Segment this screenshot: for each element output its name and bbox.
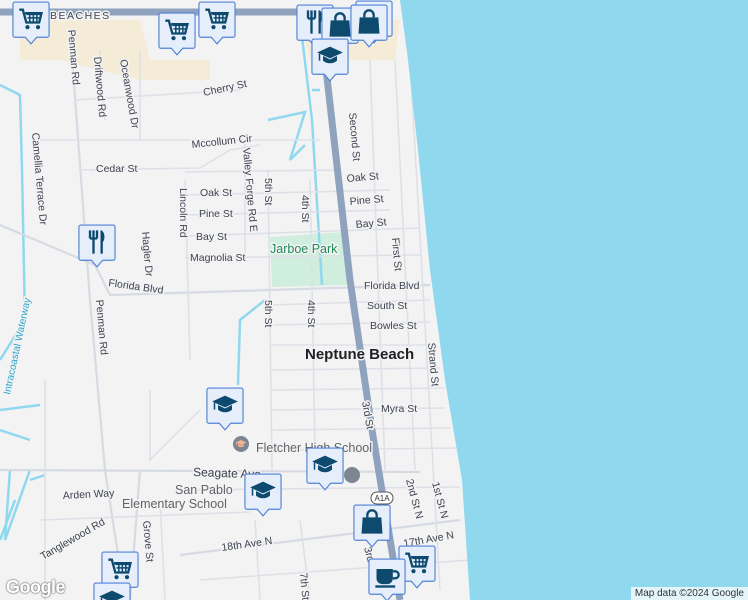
street-label: Myra St — [381, 403, 417, 415]
shopping-marker[interactable] — [350, 4, 388, 48]
street-label: 5th St — [262, 178, 274, 206]
grocery-marker[interactable] — [198, 1, 236, 45]
street-label: Pine St — [199, 208, 233, 220]
shopping-marker[interactable] — [353, 504, 391, 548]
map-canvas[interactable]: BEACHES Neptune Beach Jarboe Park Intrac… — [0, 0, 748, 600]
street-label: 4th St — [299, 195, 311, 223]
street-label: 4th St — [305, 300, 317, 328]
poi-label[interactable]: San Pablo — [174, 482, 235, 499]
school-marker[interactable] — [244, 473, 282, 517]
street-label: 7th St — [297, 572, 311, 600]
restaurant-marker[interactable] — [78, 224, 116, 268]
map-attribution[interactable]: Map data ©2024 Google — [630, 587, 748, 600]
street-label: 5th St — [262, 300, 274, 328]
school-marker[interactable] — [311, 38, 349, 82]
street-label: Bay St — [196, 231, 227, 243]
poi-label[interactable]: Elementary School — [121, 496, 229, 513]
city-label: Neptune Beach — [305, 346, 414, 363]
street-label: Lincoln Rd — [177, 188, 189, 238]
park-label: Jarboe Park — [270, 242, 338, 256]
street-label: Oak St — [200, 187, 232, 199]
route-shield-a1a: A1A — [370, 491, 394, 505]
school-poi-icon — [344, 467, 360, 483]
grocery-marker[interactable] — [158, 12, 196, 56]
street-label: Florida Blvd — [364, 280, 420, 292]
google-logo: Google — [6, 577, 66, 597]
street-label: Bowles St — [370, 320, 417, 332]
school-marker[interactable] — [306, 447, 344, 491]
school-marker[interactable] — [93, 582, 131, 600]
jarboe-park-area — [270, 232, 347, 287]
svg-text:A1A: A1A — [374, 494, 390, 503]
cafe-marker[interactable] — [368, 558, 406, 600]
grocery-marker[interactable] — [12, 1, 50, 45]
street-label: Magnolia St — [190, 252, 246, 264]
area-label-beaches: BEACHES — [50, 10, 111, 22]
school-marker[interactable] — [206, 387, 244, 431]
street-label: South St — [367, 300, 407, 312]
street-label: Cedar St — [96, 163, 138, 175]
